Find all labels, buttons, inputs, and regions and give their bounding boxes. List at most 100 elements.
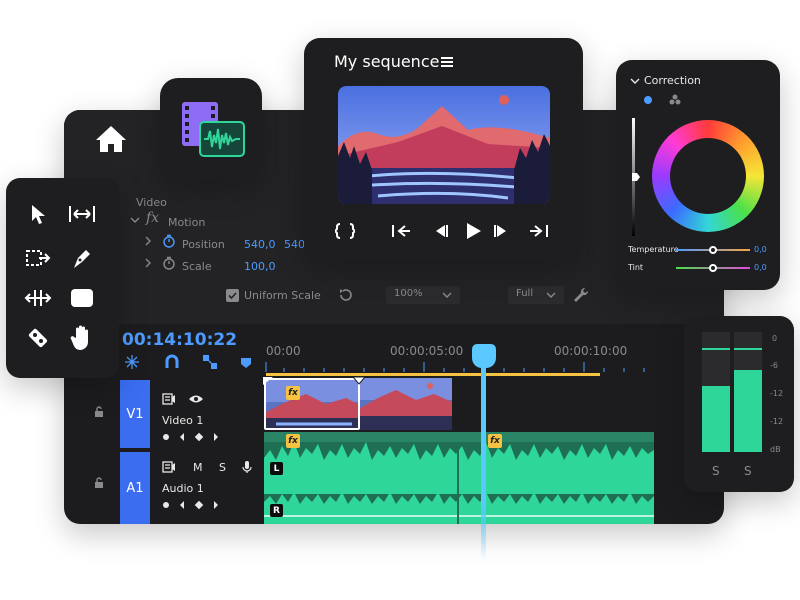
eye-icon[interactable] <box>188 394 204 404</box>
program-monitor-panel: My sequence <box>304 38 583 260</box>
step-forward-icon[interactable] <box>490 220 512 242</box>
play-icon[interactable] <box>462 220 484 242</box>
go-to-in-icon[interactable] <box>390 220 412 242</box>
chevron-down-icon[interactable] <box>130 215 140 225</box>
chevron-down-icon <box>546 292 556 298</box>
toggle-sync-icon[interactable] <box>162 461 176 473</box>
tools-panel <box>6 178 119 378</box>
color-wheel[interactable] <box>652 120 764 232</box>
keyframe-nav[interactable] <box>162 432 226 442</box>
timecode-display[interactable]: 00:14:10:22 <box>122 330 237 350</box>
slip-icon[interactable] <box>22 282 54 314</box>
solo-right-button[interactable]: S <box>744 464 752 478</box>
menu-icon[interactable] <box>440 56 454 68</box>
chevron-right-icon[interactable] <box>144 258 152 268</box>
tint-label: Tint <box>628 263 644 272</box>
ruler-tick-2: 00:00:10:00 <box>554 344 628 358</box>
uniform-scale-label: Uniform Scale <box>244 289 321 302</box>
meter-channel-right <box>734 332 762 452</box>
position-x-value[interactable]: 540,0 <box>244 238 276 251</box>
luminance-handle[interactable] <box>631 172 641 182</box>
meter-scale-0: 0 <box>772 334 778 343</box>
scale-value[interactable]: 100,0 <box>244 260 276 273</box>
film-audio-icon <box>182 102 245 157</box>
audio-clip[interactable]: fx fx L R <box>264 432 654 524</box>
razor-icon[interactable] <box>22 322 54 354</box>
snap-icon[interactable] <box>124 354 140 370</box>
checkmark-icon <box>228 292 237 300</box>
reset-icon[interactable] <box>338 287 354 303</box>
clip-in-marker[interactable] <box>262 376 274 386</box>
sequence-title[interactable]: My sequence <box>334 52 439 71</box>
mark-in-out-icon[interactable] <box>334 220 356 242</box>
correction-title: Correction <box>644 74 701 87</box>
mute-button[interactable]: M <box>193 461 203 474</box>
single-wheel-mode-icon[interactable] <box>644 96 652 104</box>
playhead-line[interactable] <box>481 360 486 560</box>
stopwatch-icon[interactable] <box>162 256 176 270</box>
meter-level-right <box>734 370 762 452</box>
color-correction-panel: Correction Temperature 0,0 Tint 0,0 <box>616 60 780 290</box>
stopwatch-icon[interactable] <box>162 234 176 248</box>
video-clip-2[interactable] <box>360 378 452 430</box>
playhead-handle[interactable] <box>472 344 496 368</box>
channel-right-label: R <box>270 504 283 517</box>
lock-icon[interactable] <box>94 406 104 418</box>
video-section-label: Video <box>136 196 167 209</box>
wrench-icon[interactable] <box>572 286 590 304</box>
select-arrow-icon[interactable] <box>22 198 54 230</box>
zoom-value: 100% <box>394 288 423 299</box>
app-icon-panel <box>160 78 262 180</box>
meter-scale-2: -12 <box>770 389 784 398</box>
lock-icon[interactable] <box>94 477 104 489</box>
audio-waveform <box>264 432 654 524</box>
fx-icon: fx <box>146 210 160 226</box>
work-area-bar[interactable] <box>266 373 600 376</box>
hand-icon[interactable] <box>66 322 98 354</box>
rectangle-icon[interactable] <box>66 282 98 314</box>
solo-button[interactable]: S <box>219 461 226 474</box>
track-target-a1[interactable]: A1 <box>120 452 150 524</box>
temperature-handle[interactable] <box>709 246 717 254</box>
solo-left-button[interactable]: S <box>712 464 720 478</box>
magnet-icon[interactable] <box>164 354 180 370</box>
track-target-v1[interactable]: V1 <box>120 380 150 448</box>
three-wheel-mode-icon[interactable] <box>668 94 682 106</box>
fx-badge[interactable]: fx <box>286 434 300 448</box>
video-clip-1[interactable]: fx <box>264 378 360 430</box>
quality-dropdown[interactable]: Full <box>508 286 564 304</box>
home-icon[interactable] <box>94 124 128 154</box>
video-preview-frame[interactable] <box>338 86 550 204</box>
zoom-dropdown[interactable]: 100% <box>386 286 460 304</box>
go-to-out-icon[interactable] <box>528 220 550 242</box>
meter-peak-left <box>702 348 730 350</box>
step-back-icon[interactable] <box>430 220 452 242</box>
toggle-sync-icon[interactable] <box>162 393 176 405</box>
microphone-icon[interactable] <box>242 460 252 474</box>
uniform-scale-checkbox[interactable] <box>226 289 239 302</box>
keyframe-nav[interactable] <box>162 500 226 510</box>
ruler-tick-1: 00:00:05:00 <box>390 344 464 358</box>
pen-icon[interactable] <box>66 242 98 274</box>
chevron-down-icon[interactable] <box>630 77 640 85</box>
ruler-tick-0: 00:00 <box>266 344 301 358</box>
channel-left-label: L <box>270 462 283 475</box>
fx-badge[interactable]: fx <box>286 386 300 400</box>
audio-meter-panel: 0 -6 -12 -12 dB S S <box>684 316 794 492</box>
meter-scale-1: -6 <box>770 361 778 370</box>
fx-badge[interactable]: fx <box>488 434 502 448</box>
ripple-edit-icon[interactable] <box>22 242 54 274</box>
temperature-value[interactable]: 0,0 <box>754 245 767 254</box>
chevron-right-icon[interactable] <box>144 236 152 246</box>
linked-selection-icon[interactable] <box>202 354 218 370</box>
tint-value[interactable]: 0,0 <box>754 263 767 272</box>
meter-scale-4: dB <box>770 445 781 454</box>
clip-thumbnail <box>266 380 358 428</box>
track-select-icon[interactable] <box>66 198 98 230</box>
meter-scale-3: -12 <box>770 417 784 426</box>
tint-handle[interactable] <box>709 264 717 272</box>
marker-icon[interactable] <box>240 357 252 369</box>
clip-out-marker[interactable] <box>352 376 366 386</box>
chevron-down-icon <box>442 292 452 298</box>
motion-label: Motion <box>168 216 206 229</box>
